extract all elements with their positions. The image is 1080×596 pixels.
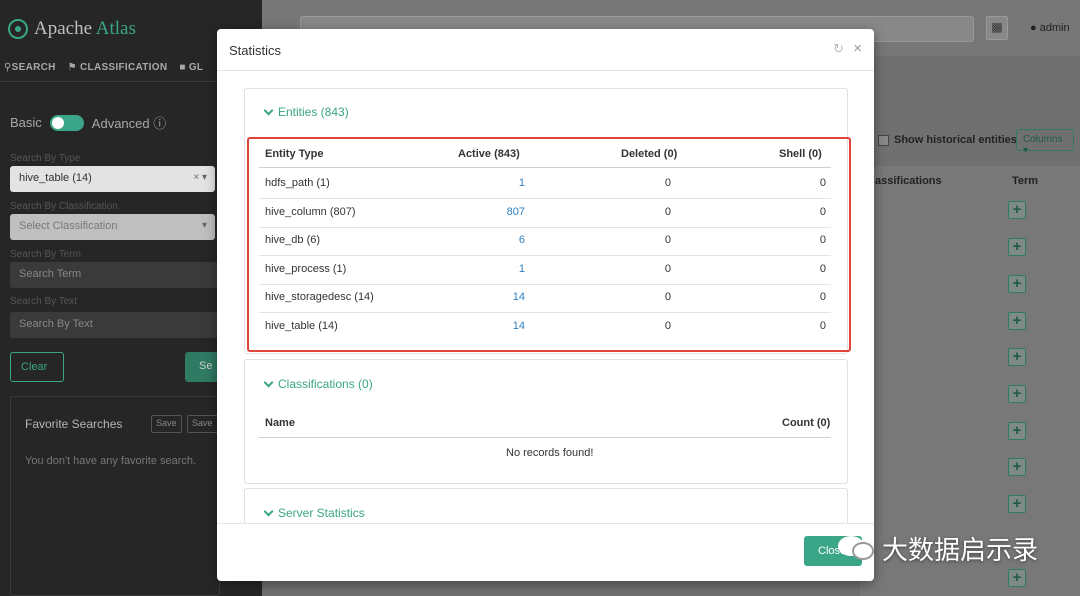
- col-term-header: Term: [1012, 175, 1039, 187]
- atlas-logo-icon: [8, 19, 28, 39]
- add-term-button[interactable]: +: [1008, 495, 1026, 513]
- show-historical-toggle[interactable]: Show historical entities: [878, 134, 1017, 146]
- add-term-button[interactable]: +: [1008, 348, 1026, 366]
- add-term-button[interactable]: +: [1008, 422, 1026, 440]
- add-term-button[interactable]: +: [1008, 569, 1026, 587]
- add-term-button[interactable]: +: [1008, 458, 1026, 476]
- class-header-divider: [259, 437, 831, 438]
- col-name: Name: [265, 417, 295, 429]
- chevron-down-icon: [263, 506, 274, 516]
- server-statistics-panel: Server Statistics: [244, 488, 848, 523]
- highlight-box: [247, 137, 851, 352]
- refresh-icon[interactable]: ↻: [833, 41, 844, 57]
- tag-icon: ⚑: [67, 62, 77, 73]
- classification-filter-label: Search By Classification: [10, 201, 118, 212]
- term-filter-label: Search By Term: [10, 249, 81, 260]
- modal-body: Entities (843) Entity Type Active (843) …: [217, 71, 874, 523]
- col-classifications-header: assifications: [875, 175, 942, 187]
- close-icon[interactable]: ×: [853, 40, 862, 57]
- favorite-searches-box: Favorite Searches Save Save You don't ha…: [10, 396, 220, 596]
- type-filter-label: Search By Type: [10, 153, 81, 164]
- chevron-down-icon: ▾: [201, 220, 207, 231]
- basic-label: Basic: [10, 115, 42, 130]
- advanced-label: Advanced ⓘ: [91, 116, 167, 131]
- checkbox[interactable]: [878, 134, 889, 146]
- server-statistics-toggle[interactable]: Server Statistics: [263, 506, 365, 520]
- tab-classification[interactable]: ⚑ CLASSIFICATION: [68, 62, 168, 73]
- save-as-favorite-button[interactable]: Save: [187, 415, 218, 433]
- text-input[interactable]: Search By Text: [10, 312, 228, 338]
- statistics-modal: Statistics ↻ × Entities (843) Entity Typ…: [217, 29, 874, 581]
- modal-title: Statistics: [229, 43, 282, 58]
- modal-header: Statistics ↻ ×: [217, 29, 874, 71]
- user-menu[interactable]: ● admin: [1030, 22, 1070, 34]
- modal-footer: Close: [217, 523, 874, 581]
- clear-button[interactable]: Clear: [10, 352, 64, 382]
- term-input[interactable]: Search Term: [10, 262, 228, 288]
- watermark: 大数据启示录: [838, 530, 1038, 567]
- type-select[interactable]: hive_table (14) × ▾: [10, 166, 215, 192]
- folder-icon: ■: [179, 62, 186, 73]
- favorite-searches-title: Favorite Searches: [25, 417, 123, 431]
- columns-button[interactable]: Columns ▾: [1016, 129, 1074, 156]
- add-term-button[interactable]: +: [1008, 385, 1026, 403]
- favorites-empty-text: You don't have any favorite search.: [25, 455, 197, 467]
- search-mode-switch[interactable]: [49, 114, 84, 131]
- search-icon: ⚲: [4, 62, 12, 73]
- add-term-button[interactable]: +: [1008, 238, 1026, 256]
- wechat-icon: [838, 534, 876, 564]
- text-filter-label: Search By Text: [10, 296, 78, 307]
- entities-panel-toggle[interactable]: Entities (843): [263, 105, 349, 119]
- classification-select[interactable]: Select Classification ▾: [10, 214, 215, 240]
- tab-glossary[interactable]: ■ GL: [179, 62, 203, 73]
- bar-chart-icon[interactable]: ▩: [986, 16, 1008, 40]
- clear-type-icon[interactable]: × ▾: [193, 172, 207, 183]
- add-term-button[interactable]: +: [1008, 275, 1026, 293]
- col-count: Count (0): [782, 417, 831, 429]
- user-icon: ●: [1030, 22, 1037, 34]
- app-name: Apache Atlas: [34, 18, 136, 39]
- tab-search[interactable]: ⚲SEARCH: [4, 62, 56, 73]
- no-records-text: No records found!: [506, 447, 594, 459]
- classifications-panel-toggle[interactable]: Classifications (0): [263, 377, 373, 391]
- save-favorite-button[interactable]: Save: [151, 415, 182, 433]
- chevron-down-icon: [263, 105, 274, 115]
- classifications-panel: Classifications (0): [244, 359, 848, 484]
- search-mode-toggle-row: Basic Advanced ⓘ: [10, 113, 166, 132]
- app-logo[interactable]: Apache Atlas: [8, 18, 136, 40]
- chevron-down-icon: [263, 377, 274, 387]
- add-term-button[interactable]: +: [1008, 312, 1026, 330]
- add-term-button[interactable]: +: [1008, 201, 1026, 219]
